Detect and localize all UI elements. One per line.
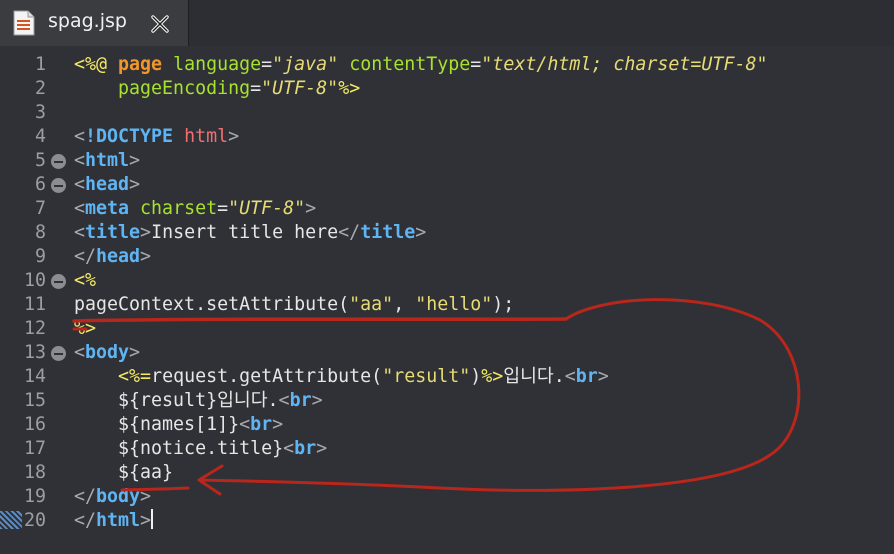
annotation-underline-line-11 — [72, 317, 568, 323]
annotation-overlay — [72, 298, 801, 496]
annotation-underline-line-18 — [120, 486, 190, 492]
annotation-curve-arrow — [198, 298, 801, 492]
